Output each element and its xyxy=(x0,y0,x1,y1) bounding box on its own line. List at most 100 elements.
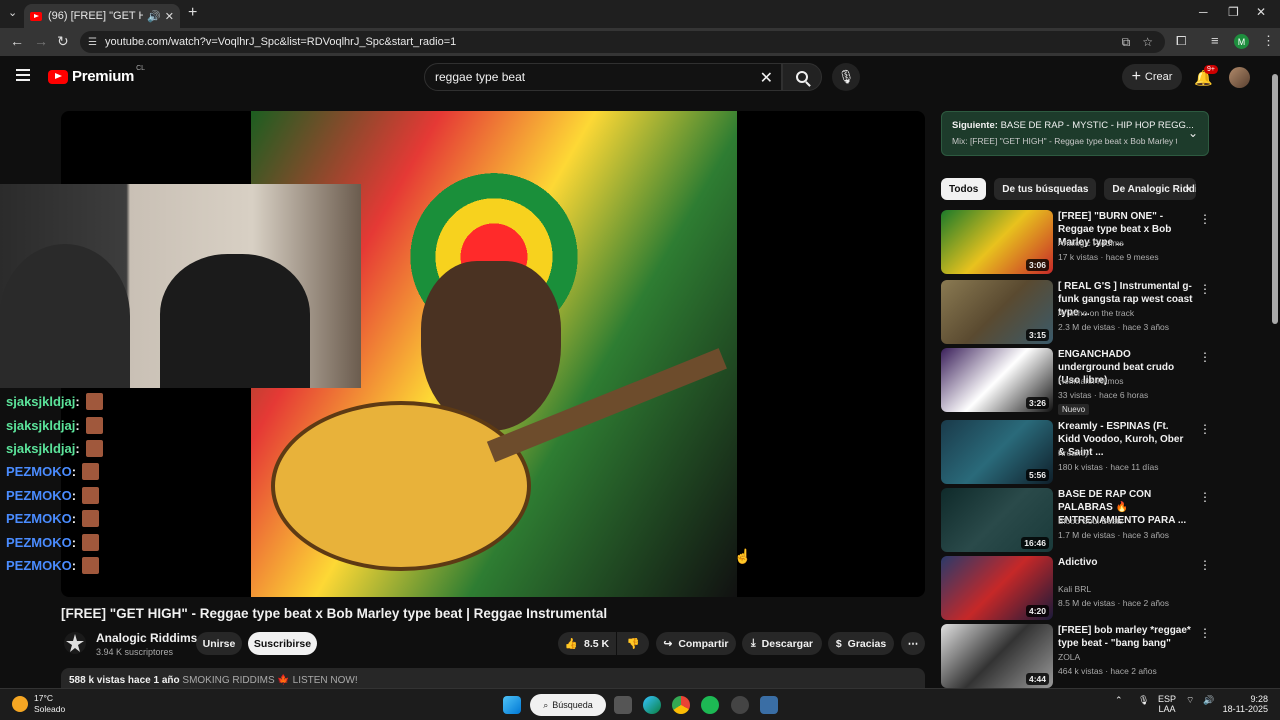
dislike-button[interactable]: 👎 xyxy=(617,632,649,655)
address-bar[interactable]: ☰ youtube.com/watch?v=VoqlhrJ_Spc&list=R… xyxy=(80,31,1165,53)
filter-chips: Todos De tus búsquedas De Analogic Riddi… xyxy=(941,178,1197,200)
chevron-down-icon[interactable]: ⌄ xyxy=(1188,126,1198,140)
chevron-right-icon[interactable]: › xyxy=(1186,181,1190,195)
video-title[interactable]: [FREE] bob marley *reggae* type beat - "… xyxy=(1058,624,1193,650)
obs-icon[interactable] xyxy=(731,696,749,714)
video-thumbnail[interactable]: 3:06 xyxy=(941,210,1053,274)
page-scrollbar[interactable] xyxy=(1270,62,1280,687)
youtube-logo[interactable]: Premium CL xyxy=(48,65,145,85)
video-thumbnail[interactable]: 3:15 xyxy=(941,280,1053,344)
chrome-browser-icon[interactable] xyxy=(672,696,690,714)
settings-gear-icon[interactable] xyxy=(760,696,778,714)
minimize-icon[interactable]: ─ xyxy=(1199,5,1208,19)
volume-icon[interactable]: 🔊 xyxy=(1203,695,1214,706)
chip-channel[interactable]: De Analogic Riddims xyxy=(1104,178,1197,200)
create-button[interactable]: + Crear xyxy=(1122,64,1182,90)
task-view-icon[interactable] xyxy=(614,696,632,714)
scrollbar-thumb[interactable] xyxy=(1272,74,1278,324)
edge-browser-icon[interactable] xyxy=(643,696,661,714)
chat-overlay: sjaksjkldjaj : sjaksjkldjaj : sjaksjkldjaj… xyxy=(0,390,150,577)
more-options-icon[interactable]: ⋮ xyxy=(1199,626,1211,640)
search-button[interactable] xyxy=(782,63,822,91)
menu-dots-icon[interactable]: ⋮ xyxy=(1262,33,1275,49)
channel-name[interactable]: Hoffmann Ritmos xyxy=(1058,376,1124,386)
more-actions-button[interactable]: ⋯ xyxy=(901,632,925,655)
forward-icon[interactable]: → xyxy=(34,33,48,49)
chat-username: PEZMOKO xyxy=(6,464,72,480)
video-title[interactable]: Adictivo xyxy=(1058,556,1193,569)
views-and-date: 464 k vistas · hace 2 años xyxy=(1058,666,1157,676)
more-options-icon[interactable]: ⋮ xyxy=(1199,282,1211,296)
video-thumbnail[interactable]: 3:26 xyxy=(941,348,1053,412)
clear-search-icon[interactable]: ✕ xyxy=(760,68,773,88)
recommendation-item[interactable]: 3:26 ENGANCHADO underground beat crudo (U… xyxy=(941,348,1211,415)
channel-name[interactable]: ZOLA xyxy=(1058,652,1080,662)
channel-name[interactable]: Analogic Riddims xyxy=(1058,238,1124,248)
account-avatar[interactable] xyxy=(1229,67,1250,88)
weather-widget[interactable]: 17°C Soleado xyxy=(12,693,65,715)
back-icon[interactable]: ← xyxy=(10,33,24,49)
share-button[interactable]: ↪ Compartir xyxy=(656,632,736,655)
join-button[interactable]: Unirse xyxy=(196,632,242,655)
clock[interactable]: 9:28 18-11-2025 xyxy=(1222,694,1268,714)
more-options-icon[interactable]: ⋮ xyxy=(1199,212,1211,226)
reload-icon[interactable]: ↻ xyxy=(57,33,69,50)
more-options-icon[interactable]: ⋮ xyxy=(1199,350,1211,364)
more-options-icon[interactable]: ⋮ xyxy=(1199,558,1211,572)
playlist-next-panel[interactable]: Siguiente: BASE DE RAP - MYSTIC - HIP HO… xyxy=(941,111,1209,156)
video-thumbnail[interactable]: 4:20 xyxy=(941,556,1053,620)
search-input[interactable]: reggae type beat ✕ xyxy=(424,63,782,91)
video-thumbnail[interactable]: 4:44 xyxy=(941,624,1053,688)
profile-avatar[interactable]: M xyxy=(1234,34,1249,49)
media-control-icon[interactable]: ≡ xyxy=(1211,33,1219,48)
more-options-icon[interactable]: ⋮ xyxy=(1199,422,1211,436)
recommendation-item[interactable]: 3:15[ REAL G'S ] Instrumental g-funk gan… xyxy=(941,280,1211,346)
close-window-icon[interactable]: ✕ xyxy=(1256,5,1266,19)
windows-taskbar: 17°C Soleado ⌕ Búsqueda ⌃ 🎙 ESP LAA ⌔ 🔊 … xyxy=(0,688,1280,720)
channel-name[interactable]: Blood Soul Beats xyxy=(1058,516,1123,526)
download-button[interactable]: ⤓ Descargar xyxy=(742,632,822,655)
recommendation-item[interactable]: 4:44 [FREE] bob marley *reggae* type beat… xyxy=(941,624,1211,690)
channel-name[interactable]: Analogic Riddims xyxy=(96,631,197,645)
site-info-icon[interactable]: ☰ xyxy=(88,37,97,48)
video-thumbnail[interactable]: 16:46 xyxy=(941,488,1053,552)
language-indicator[interactable]: ESP LAA xyxy=(1158,694,1176,714)
bookmark-star-icon[interactable]: ☆ xyxy=(1142,35,1153,49)
restore-icon[interactable]: ❐ xyxy=(1228,5,1239,19)
new-tab-icon[interactable]: + xyxy=(188,4,197,22)
recommendation-item[interactable]: 3:06 [FREE] "BURN ONE" - Reggae type beat… xyxy=(941,210,1211,276)
chip-searches[interactable]: De tus búsquedas xyxy=(994,178,1097,200)
start-windows-icon[interactable] xyxy=(503,696,521,714)
extensions-icon[interactable]: ⧠ xyxy=(1176,33,1186,49)
chat-message: sjaksjkldjaj : xyxy=(0,413,150,436)
recommendation-item[interactable]: 16:46 BASE DE RAP CON PALABRAS 🔥 ENTRENAM… xyxy=(941,488,1211,554)
more-options-icon[interactable]: ⋮ xyxy=(1199,490,1211,504)
wifi-icon[interactable]: ⌔ xyxy=(1186,695,1194,706)
close-tab-icon[interactable]: ✕ xyxy=(165,10,174,23)
notifications-bell-icon[interactable]: 🔔 9+ xyxy=(1194,65,1218,87)
channel-name[interactable]: Kali BRL xyxy=(1058,584,1091,594)
subscribe-button[interactable]: Suscribirse xyxy=(248,632,317,655)
channel-name[interactable]: Artacho on the track xyxy=(1058,308,1134,318)
spotify-icon[interactable] xyxy=(701,696,719,714)
tray-chevron-up-icon[interactable]: ⌃ xyxy=(1115,695,1123,706)
recommendation-item[interactable]: 4:20 Adictivo Kali BRL 8.5 M de vistas · ha… xyxy=(941,556,1211,622)
speaker-icon[interactable]: 🔊 xyxy=(147,10,161,23)
taskbar-search[interactable]: ⌕ Búsqueda xyxy=(530,694,606,716)
recommendation-item[interactable]: 5:56 Kreamly - ESPINAS (Ft. Kidd Voodoo, … xyxy=(941,420,1211,486)
tab-list-icon[interactable]: ⌄ xyxy=(8,6,17,19)
like-button[interactable]: 👍 8.5 K xyxy=(558,632,616,655)
video-duration: 3:15 xyxy=(1025,329,1049,341)
chat-username: PEZMOKO xyxy=(6,557,72,573)
thanks-button[interactable]: $ Gracias xyxy=(828,632,894,655)
chip-todos[interactable]: Todos xyxy=(941,178,987,200)
video-thumbnail[interactable]: 5:56 xyxy=(941,420,1053,484)
channel-avatar[interactable] xyxy=(63,631,87,655)
microphone-tray-icon[interactable]: 🎙 xyxy=(1138,695,1149,706)
hamburger-menu-icon[interactable] xyxy=(16,69,30,84)
voice-search-button[interactable]: 🎙 xyxy=(832,63,860,91)
channel-name[interactable]: Kreamly xyxy=(1058,448,1089,458)
browser-tab[interactable]: (96) [FREE] "GET HIGH" - Re 🔊 ✕ xyxy=(24,4,180,28)
youtube-header: Premium CL reggae type beat ✕ 🎙 + Crear … xyxy=(0,56,1280,98)
install-app-icon[interactable]: ⧉ xyxy=(1122,35,1131,50)
